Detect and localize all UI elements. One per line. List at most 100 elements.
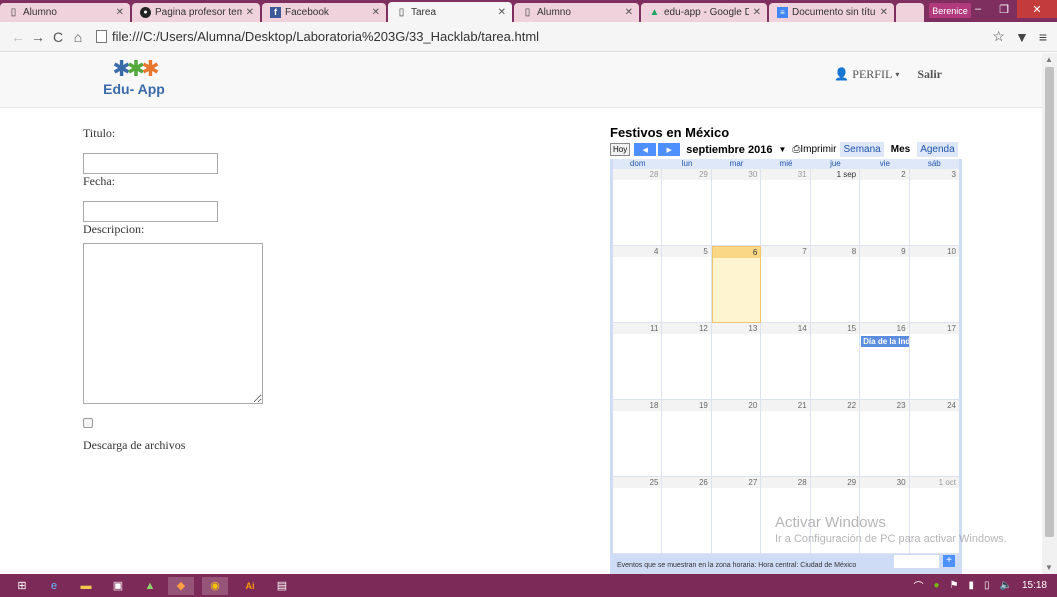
day-cell[interactable]: 15: [810, 323, 861, 400]
day-cell[interactable]: 31: [761, 169, 811, 246]
day-cell[interactable]: 27: [711, 477, 762, 554]
day-cell[interactable]: 1 sep: [810, 169, 861, 246]
tab-edu-app-drive[interactable]: ▲ edu-app - Google D ✕: [641, 3, 767, 22]
store-icon[interactable]: ▣: [108, 577, 128, 595]
today-button[interactable]: Hoy: [610, 143, 631, 156]
tray-chevron-icon[interactable]: ⌒: [913, 578, 923, 593]
windows-taskbar: ⊞ e ▬ ▣ ▲ ◆ ◉ Ai ▤ ⌒ ● ⚑ ▮ ▯ 🔈 15:18: [0, 574, 1057, 597]
day-cell[interactable]: 19: [662, 400, 712, 477]
tab-tarea[interactable]: ▯ Tarea ✕: [388, 2, 512, 22]
scroll-down-icon[interactable]: ▼: [1045, 563, 1053, 572]
day-cell[interactable]: 5: [662, 246, 712, 323]
day-cell[interactable]: 4: [613, 246, 663, 323]
close-icon[interactable]: ✕: [116, 7, 124, 18]
next-month-button[interactable]: ▶: [658, 143, 681, 156]
calendar-grid: dom lun mar mié jue vie sáb 28 29 30 31 1 sep 2 3 4 5 6…: [610, 159, 962, 574]
watermark-line2: Ir a Configuración de PC para activar Wi…: [775, 533, 1007, 545]
prev-month-button[interactable]: ◀: [634, 143, 657, 156]
home-icon[interactable]: ⌂: [68, 29, 88, 45]
reload-icon[interactable]: C: [48, 29, 68, 45]
day-cell[interactable]: 22: [810, 400, 861, 477]
file-explorer-icon[interactable]: ▬: [76, 577, 96, 595]
volume-icon[interactable]: 🔈: [1000, 580, 1012, 591]
tab-pagina-profesor[interactable]: ● Pagina profesor tem ✕: [132, 3, 260, 22]
flag-icon[interactable]: ⚑: [950, 580, 959, 591]
day-cell[interactable]: 23: [860, 400, 910, 477]
calendar-event[interactable]: Día de la Independencia: [861, 336, 909, 347]
day-cell[interactable]: 16 Día de la Independencia: [860, 323, 910, 400]
windows-start-icon[interactable]: ⊞: [12, 577, 32, 595]
chrome-icon[interactable]: ◉: [202, 576, 228, 595]
day-cell[interactable]: 21: [761, 400, 811, 477]
tab-facebook[interactable]: f Facebook ✕: [262, 3, 386, 22]
add-calendar-button[interactable]: +: [943, 555, 955, 567]
battery-icon[interactable]: ▯: [984, 580, 990, 591]
view-tab-agenda[interactable]: Agenda: [917, 142, 958, 157]
android-studio-icon[interactable]: ▲: [140, 577, 160, 595]
close-icon[interactable]: ✕: [498, 7, 506, 18]
tab-alumno-2[interactable]: ▯ Alumno ✕: [514, 3, 639, 22]
new-tab-button[interactable]: [896, 3, 924, 22]
close-icon[interactable]: ✕: [372, 7, 380, 18]
day-cell[interactable]: 17: [909, 323, 959, 400]
illustrator-icon[interactable]: Ai: [240, 577, 260, 595]
day-cell[interactable]: 30: [711, 169, 762, 246]
day-cell[interactable]: 7: [761, 246, 811, 323]
day-cell[interactable]: 3: [909, 169, 959, 246]
day-cell[interactable]: 2: [860, 169, 910, 246]
day-cell[interactable]: 28: [613, 169, 663, 246]
scroll-thumb[interactable]: [1045, 67, 1054, 537]
day-cell[interactable]: 29: [662, 169, 712, 246]
day-cell[interactable]: 13: [711, 323, 762, 400]
tab-alumno-1[interactable]: ▯ Alumno ✕: [0, 3, 130, 22]
day-cell[interactable]: 8: [810, 246, 861, 323]
back-icon[interactable]: ←: [8, 29, 28, 45]
scroll-up-icon[interactable]: ▲: [1045, 55, 1053, 64]
close-icon[interactable]: ✕: [753, 7, 761, 18]
network-icon[interactable]: ▮: [968, 580, 974, 591]
day-cell[interactable]: 12: [662, 323, 712, 400]
sublime-icon[interactable]: ◆: [168, 576, 194, 595]
minimize-icon[interactable]: –: [965, 0, 991, 18]
day-cell[interactable]: 9: [860, 246, 910, 323]
app-window-icon[interactable]: ▤: [272, 577, 292, 595]
caret-down-icon[interactable]: ▼: [778, 145, 786, 154]
view-tab-mes[interactable]: Mes: [887, 142, 914, 157]
descarga-checkbox[interactable]: [83, 418, 93, 428]
user-icon: 👤: [834, 67, 850, 81]
internet-explorer-icon[interactable]: e: [44, 577, 64, 595]
restore-icon[interactable]: ❐: [991, 0, 1017, 18]
day-cell[interactable]: 14: [761, 323, 811, 400]
day-cell[interactable]: 6: [711, 246, 762, 323]
logo[interactable]: ✱✱✱ Edu- App: [90, 57, 178, 105]
day-number: 25: [613, 477, 662, 488]
day-cell[interactable]: 25: [613, 477, 663, 554]
page-scrollbar[interactable]: ▲ ▼: [1042, 53, 1057, 574]
close-icon[interactable]: ✕: [880, 7, 888, 18]
day-cell[interactable]: 20: [711, 400, 762, 477]
menu-icon[interactable]: ≡: [1039, 29, 1047, 45]
print-button[interactable]: ⎙Imprimir: [792, 144, 836, 155]
close-window-icon[interactable]: ✕: [1017, 0, 1057, 18]
day-cell[interactable]: 10: [909, 246, 959, 323]
window-controls: – ❐ ✕: [965, 0, 1057, 18]
titulo-input[interactable]: [83, 153, 218, 174]
view-tab-semana[interactable]: Semana: [840, 142, 884, 157]
day-cell[interactable]: 11: [613, 323, 663, 400]
day-cell[interactable]: 18: [613, 400, 663, 477]
nvidia-icon[interactable]: ●: [933, 580, 939, 591]
fecha-input[interactable]: [83, 201, 218, 222]
address-bar[interactable]: file:///C:/Users/Alumna/Desktop/Laborato…: [96, 29, 992, 44]
perfil-dropdown[interactable]: 👤 PERFIL ▾: [834, 67, 899, 82]
day-number: 7: [761, 246, 810, 257]
close-icon[interactable]: ✕: [625, 7, 633, 18]
bookmark-star-icon[interactable]: ☆: [992, 28, 1005, 45]
day-cell[interactable]: 26: [662, 477, 712, 554]
day-cell[interactable]: 24: [909, 400, 959, 477]
forward-icon[interactable]: →: [28, 29, 48, 45]
tab-documento[interactable]: ≡ Documento sin títul ✕: [769, 3, 894, 22]
salir-link[interactable]: Salir: [917, 67, 942, 82]
close-icon[interactable]: ✕: [246, 7, 254, 18]
extension-icon[interactable]: ▼: [1015, 29, 1029, 45]
descripcion-textarea[interactable]: [83, 243, 263, 404]
